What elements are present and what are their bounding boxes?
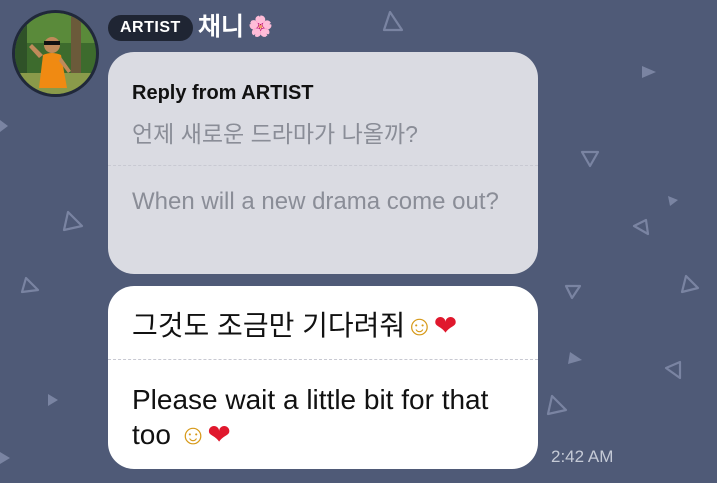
smiling-face-icon: ☺ bbox=[405, 310, 434, 341]
message-korean-text: 그것도 조금만 기다려줘 bbox=[132, 310, 406, 341]
sender-name-text: 채니 bbox=[198, 13, 245, 41]
reply-question-korean: 언제 새로운 드라마가 나올까? bbox=[132, 121, 418, 147]
message-timestamp: 2:42 AM bbox=[551, 447, 614, 466]
red-heart-icon: ❤ bbox=[207, 419, 231, 450]
message-divider bbox=[108, 359, 538, 360]
message-english: Please wait a little bit for that too ☺❤ bbox=[132, 382, 522, 452]
avatar-photo bbox=[15, 13, 96, 94]
sender-name[interactable]: 채니 🌸 bbox=[198, 10, 273, 44]
reply-question-english: When will a new drama come out? bbox=[132, 188, 499, 215]
red-heart-icon: ❤ bbox=[433, 310, 458, 341]
message-korean: 그것도 조금만 기다려줘☺❤ bbox=[132, 306, 457, 346]
artist-badge: ARTIST bbox=[108, 15, 193, 41]
smiling-face-icon: ☺ bbox=[178, 419, 208, 450]
message-bubble[interactable]: 그것도 조금만 기다려줘☺❤ Please wait a little bit … bbox=[108, 286, 538, 469]
reply-quote-bubble[interactable]: Reply from ARTIST 언제 새로운 드라마가 나올까? When … bbox=[108, 52, 538, 274]
reply-divider bbox=[108, 165, 538, 166]
reply-header: Reply from ARTIST bbox=[132, 82, 314, 104]
artist-avatar[interactable] bbox=[12, 10, 99, 97]
cherry-blossom-icon: 🌸 bbox=[248, 16, 273, 38]
